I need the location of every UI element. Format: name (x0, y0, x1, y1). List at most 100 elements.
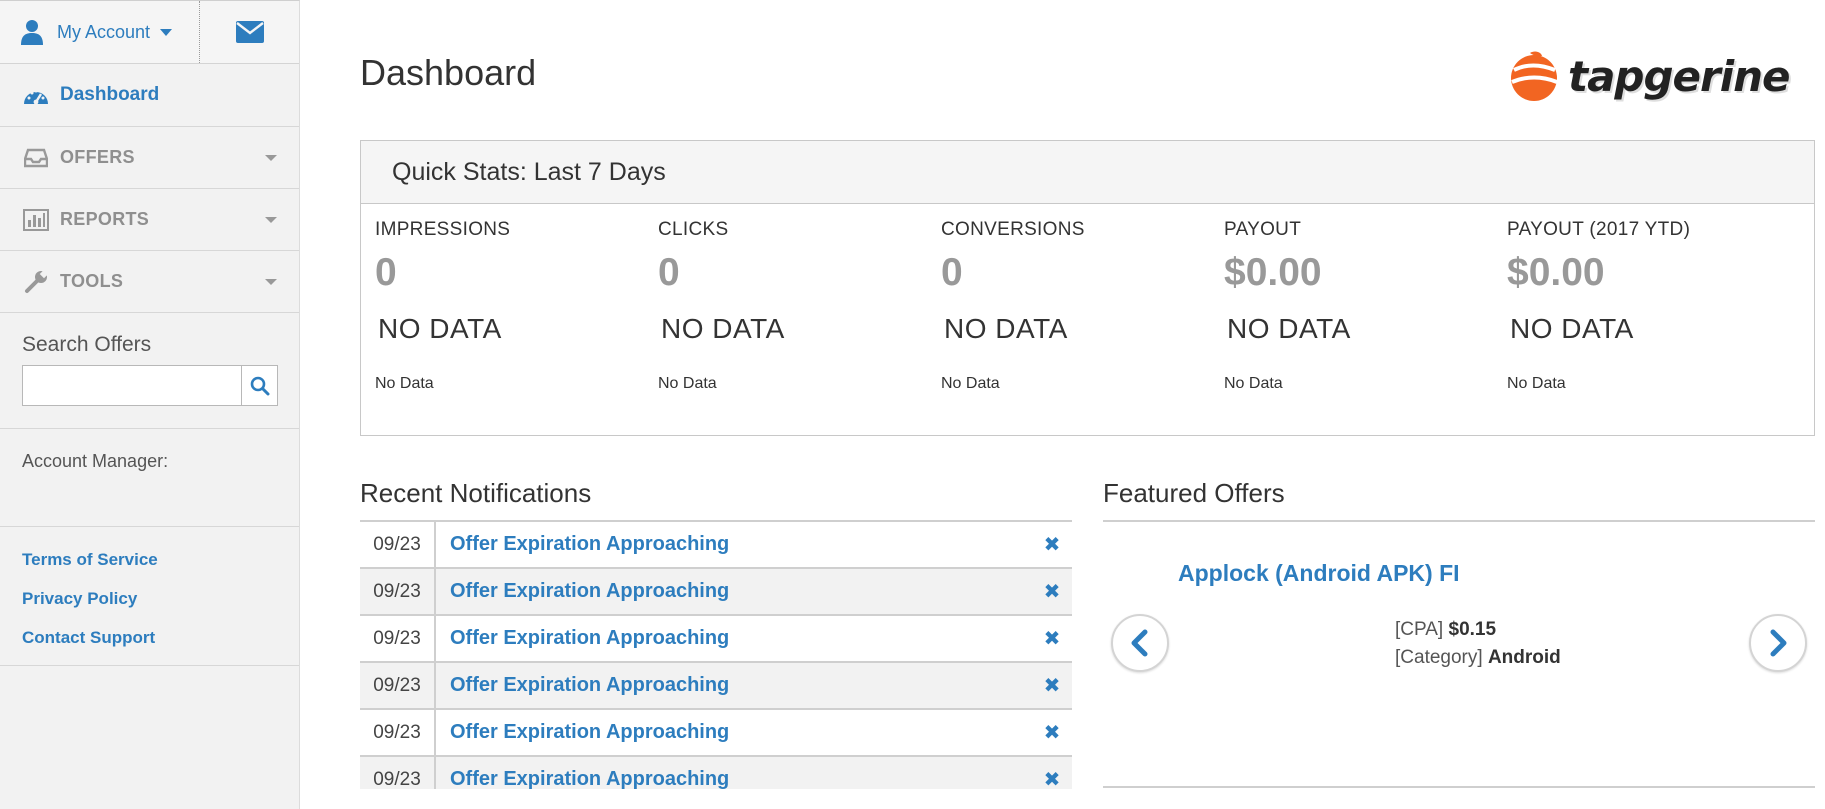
envelope-icon (235, 21, 264, 43)
caret-down-icon (265, 216, 277, 223)
stat-status: NO DATA (378, 313, 502, 344)
terms-of-service-link[interactable]: Terms of Service (22, 549, 299, 588)
sidebar-item-label: TOOLS (60, 271, 124, 291)
dismiss-icon[interactable]: ✖ (1032, 616, 1072, 661)
stat-value: $0.00 (1224, 251, 1322, 294)
messages-button[interactable] (200, 1, 299, 63)
dashboard-gauge-icon (22, 83, 50, 107)
search-offers-block: Search Offers (0, 313, 299, 429)
page-title: Dashboard (360, 52, 537, 93)
notification-link[interactable]: Offer Expiration Approaching (436, 710, 1032, 755)
recent-notifications-title: Recent Notifications (360, 478, 592, 508)
sidebar-item-label: REPORTS (60, 209, 150, 229)
notifications-table: 09/23 Offer Expiration Approaching ✖ 09/… (360, 520, 1072, 789)
dismiss-icon[interactable]: ✖ (1032, 522, 1072, 567)
cpa-label: [CPA] (1395, 619, 1444, 640)
sidebar-topbar: My Account (0, 1, 299, 64)
stat-status: NO DATA (1227, 313, 1351, 344)
stat-note: No Data (1507, 375, 1566, 392)
notification-link[interactable]: Offer Expiration Approaching (436, 522, 1032, 567)
stat-value: 0 (941, 251, 963, 294)
sidebar-item-tools[interactable]: TOOLS (0, 251, 299, 313)
dismiss-icon[interactable]: ✖ (1032, 710, 1072, 755)
offer-cpa-line: [CPA] $0.15 (1395, 616, 1561, 644)
stat-label: PAYOUT (2017 YTD) (1507, 219, 1691, 240)
search-row (22, 365, 299, 406)
notification-date: 09/23 (360, 663, 436, 708)
stat-note: No Data (1224, 375, 1283, 392)
table-row: 09/23 Offer Expiration Approaching ✖ (360, 569, 1072, 616)
stat-note: No Data (941, 375, 1000, 392)
stat-note: No Data (658, 375, 717, 392)
next-offer-button[interactable] (1749, 614, 1807, 672)
divider (1103, 520, 1815, 522)
stat-label: IMPRESSIONS (375, 219, 511, 240)
notification-date: 09/23 (360, 710, 436, 755)
sidebar-item-offers[interactable]: OFFERS (0, 127, 299, 189)
sidebar-item-label: Dashboard (60, 84, 160, 105)
notification-date: 09/23 (360, 757, 436, 789)
dismiss-icon[interactable]: ✖ (1032, 757, 1072, 789)
stat-value: $0.00 (1507, 251, 1605, 294)
stat-conversions: CONVERSIONS 0 NO DATA No Data (941, 219, 1221, 393)
stat-value: 0 (375, 251, 397, 294)
caret-down-icon (265, 154, 277, 161)
notification-date: 09/23 (360, 522, 436, 567)
notification-link[interactable]: Offer Expiration Approaching (436, 663, 1032, 708)
stat-note: No Data (375, 375, 434, 392)
sidebar-item-label: OFFERS (60, 147, 135, 167)
caret-down-icon (160, 28, 173, 36)
stat-label: PAYOUT (1224, 219, 1302, 240)
table-row: 09/23 Offer Expiration Approaching ✖ (360, 663, 1072, 710)
notification-link[interactable]: Offer Expiration Approaching (436, 757, 1032, 789)
offer-category-line: [Category] Android (1395, 644, 1561, 672)
stat-impressions: IMPRESSIONS 0 NO DATA No Data (375, 219, 655, 393)
stat-clicks: CLICKS 0 NO DATA No Data (658, 219, 938, 393)
divider (1103, 786, 1815, 788)
notification-link[interactable]: Offer Expiration Approaching (436, 616, 1032, 661)
featured-offer-link[interactable]: Applock (Android APK) FI (1178, 560, 1460, 587)
inbox-tray-icon (22, 146, 50, 170)
notification-link[interactable]: Offer Expiration Approaching (436, 569, 1032, 614)
dismiss-icon[interactable]: ✖ (1032, 569, 1072, 614)
chevron-left-icon (1131, 629, 1148, 657)
my-account-label: My Account (57, 21, 151, 42)
notification-date: 09/23 (360, 569, 436, 614)
my-account-dropdown[interactable]: My Account (0, 1, 200, 63)
privacy-policy-link[interactable]: Privacy Policy (22, 588, 299, 627)
stat-value: 0 (658, 251, 680, 294)
chevron-right-icon (1770, 629, 1787, 657)
contact-support-link[interactable]: Contact Support (22, 627, 299, 666)
user-icon (21, 20, 43, 45)
table-row: 09/23 Offer Expiration Approaching ✖ (360, 710, 1072, 757)
sidebar-item-dashboard[interactable]: Dashboard (0, 64, 299, 127)
stat-status: NO DATA (1510, 313, 1634, 344)
stat-label: CONVERSIONS (941, 219, 1085, 240)
stat-status: NO DATA (944, 313, 1068, 344)
table-row: 09/23 Offer Expiration Approaching ✖ (360, 522, 1072, 569)
search-offers-label: Search Offers (22, 333, 152, 356)
logo-wordmark: tapgerine (1568, 51, 1791, 101)
search-offers-input[interactable] (22, 365, 242, 406)
search-icon (250, 376, 269, 395)
tapgerine-logo: tapgerine (1508, 50, 1791, 102)
notification-date: 09/23 (360, 616, 436, 661)
sidebar-links: Terms of Service Privacy Policy Contact … (0, 527, 299, 666)
quick-stats-title: Quick Stats: Last 7 Days (361, 141, 1814, 204)
table-row: 09/23 Offer Expiration Approaching ✖ (360, 616, 1072, 663)
previous-offer-button[interactable] (1111, 614, 1169, 672)
stat-status: NO DATA (661, 313, 785, 344)
cpa-value: $0.15 (1448, 619, 1497, 640)
dismiss-icon[interactable]: ✖ (1032, 663, 1072, 708)
stat-payout: PAYOUT $0.00 NO DATA No Data (1224, 219, 1504, 393)
category-value: Android (1487, 647, 1561, 668)
wrench-icon (22, 269, 50, 294)
bar-chart-icon (22, 208, 50, 232)
stat-label: CLICKS (658, 219, 729, 240)
category-label: [Category] (1395, 647, 1483, 668)
search-button[interactable] (242, 365, 278, 406)
sidebar-item-reports[interactable]: REPORTS (0, 189, 299, 251)
tangerine-logo-icon (1511, 51, 1558, 101)
featured-offers-title: Featured Offers (1103, 478, 1285, 508)
featured-offer-details: [CPA] $0.15 [Category] Android (1395, 616, 1561, 672)
